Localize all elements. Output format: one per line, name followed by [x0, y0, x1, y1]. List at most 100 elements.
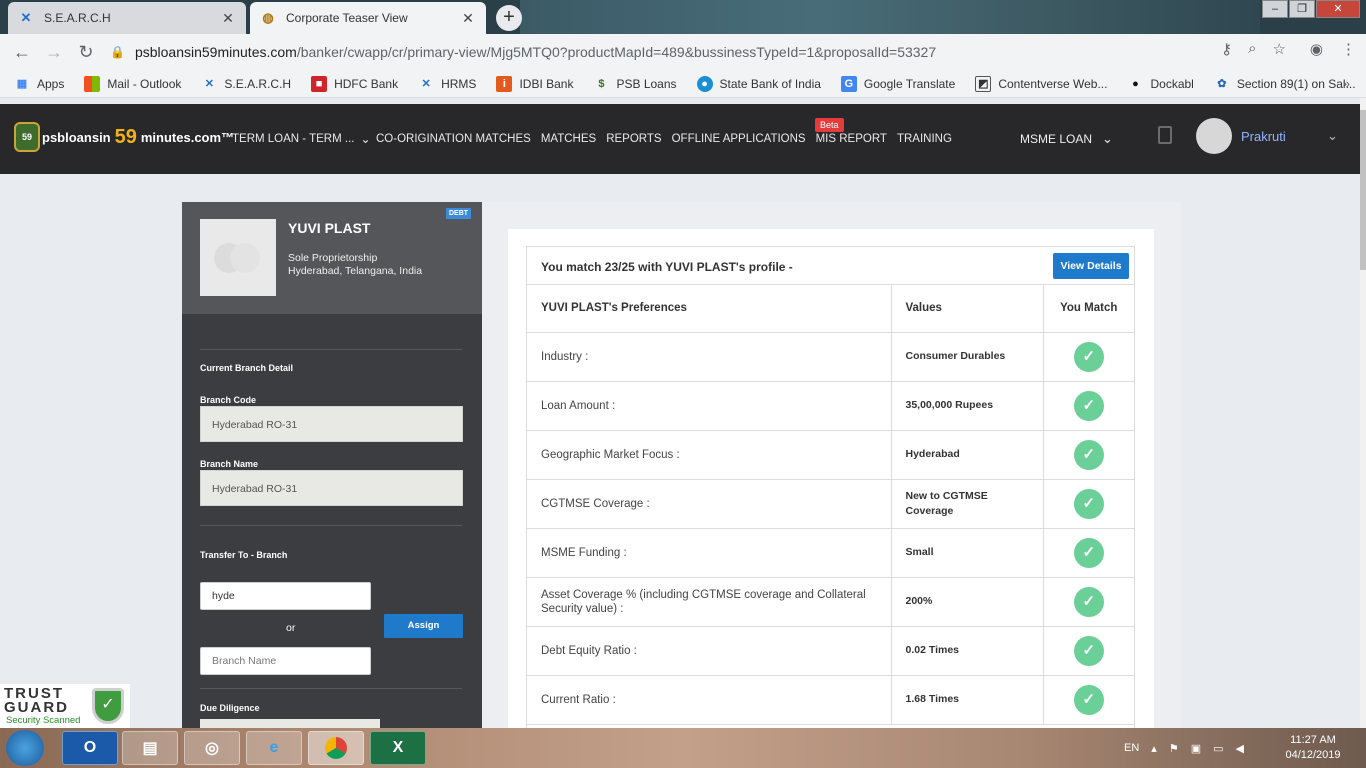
minimize-button[interactable]: –	[1262, 0, 1288, 18]
bookmark-psb-loans[interactable]: $ PSB Loans	[593, 76, 676, 92]
table-header-row: YUVI PLAST's Preferences Values You Matc…	[527, 285, 1134, 333]
maximize-button[interactable]: ❐	[1289, 0, 1315, 18]
close-window-button[interactable]: ✕	[1316, 0, 1360, 18]
ie-taskbar-icon[interactable]: e	[246, 731, 302, 765]
forward-icon[interactable]: →	[38, 42, 70, 63]
bookmark-contentverse[interactable]: ◩ Contentverse Web...	[975, 75, 1107, 92]
trustguard-line2: GUARD	[4, 699, 69, 716]
table-row: Geographic Market Focus : Hyderabad ✓	[527, 430, 1134, 480]
value-cell: New to CGTMSE Coverage	[891, 479, 1044, 529]
zoom-icon[interactable]: ⌕	[1248, 40, 1256, 58]
user-name[interactable]: Prakruti	[1241, 129, 1286, 144]
view-details-button[interactable]: View Details	[1053, 253, 1129, 279]
msme-loan-dropdown[interactable]: MSME LOAN ⌄	[1020, 104, 1113, 174]
clock-time: 11:27 AM	[1290, 734, 1336, 746]
start-button[interactable]	[6, 730, 44, 766]
preference-cell: MSME Funding :	[527, 528, 892, 578]
preference-cell: Debt Equity Ratio :	[527, 626, 892, 676]
check-icon: ✓	[1073, 341, 1104, 372]
bookmark-idbi[interactable]: i IDBI Bank	[496, 75, 573, 92]
bookmark-mail-outlook[interactable]: Mail - Outlook	[84, 75, 182, 92]
tabstrip-background	[520, 0, 1260, 34]
term-loan-dropdown[interactable]: TERM LOAN - TERM ... ⌄	[232, 104, 371, 174]
check-icon: ✓	[1073, 439, 1104, 470]
divider	[200, 349, 462, 350]
preference-cell: Geographic Market Focus :	[527, 430, 892, 480]
tab-search[interactable]: ✕ S.E.A.R.C.H ✕	[8, 2, 246, 34]
bookmark-section-89[interactable]: ✿ Section 89(1) on Sal...	[1214, 76, 1355, 92]
close-tab-icon[interactable]: ✕	[220, 10, 236, 27]
new-tab-button[interactable]: +	[496, 5, 522, 31]
close-tab-icon[interactable]: ✕	[460, 10, 476, 27]
excel-taskbar-icon[interactable]: X	[370, 731, 426, 765]
bookmark-apps[interactable]: ▦ Apps	[14, 76, 65, 92]
trustguard-seal[interactable]: TRUST GUARD Security Scanned ✓	[0, 684, 130, 728]
flag-icon[interactable]: ⚑	[1169, 742, 1179, 755]
value-cell: 1.68 Times	[891, 675, 1044, 725]
browser-toolbar: ← → ↻ 🔒 psbloansin59minutes.com/banker/c…	[0, 34, 1366, 70]
network-icon[interactable]: ▭	[1213, 742, 1223, 755]
profile-icon[interactable]: ◉	[1310, 40, 1323, 58]
logo-number: 59	[114, 125, 137, 148]
company-sidebar: YUVI PLAST Sole Proprietorship Hyderabad…	[182, 202, 482, 732]
nav-reports[interactable]: REPORTS	[606, 133, 661, 145]
language-indicator[interactable]: EN	[1124, 742, 1139, 754]
avatar[interactable]	[1196, 118, 1232, 154]
contentverse-icon: ◩	[975, 75, 992, 92]
back-icon[interactable]: ←	[6, 42, 38, 63]
match-header: You match 23/25 with YUVI PLAST's profil…	[527, 247, 1134, 285]
bookmark-label: PSB Loans	[616, 76, 677, 91]
chrome-taskbar-icon[interactable]	[308, 731, 364, 765]
device-icon[interactable]: ▣	[1191, 742, 1201, 755]
outlook-taskbar-icon[interactable]: O	[62, 731, 118, 765]
transfer-branch-input[interactable]: hyde	[200, 582, 371, 610]
site-logo[interactable]: 59 psbloansin 59 minutes.com™	[14, 122, 234, 152]
nav-training[interactable]: TRAINING	[897, 133, 952, 145]
bookmark-hdfc[interactable]: ■ HDFC Bank	[311, 75, 399, 92]
chevron-down-icon[interactable]: ⌄	[1327, 128, 1338, 144]
match-cell: ✓	[1043, 528, 1134, 578]
nav-mis-report[interactable]: MIS REPORT	[816, 133, 887, 145]
preference-cell: Asset Coverage % (including CGTMSE cover…	[527, 577, 892, 627]
volume-icon[interactable]: ◀	[1236, 742, 1244, 755]
more-bookmarks-icon[interactable]: »	[1343, 76, 1350, 91]
bookmark-label: Mail - Outlook	[107, 76, 182, 91]
check-icon: ✓	[1073, 635, 1104, 666]
trustguard-line3: Security Scanned	[6, 715, 81, 726]
bookmark-label: HDFC Bank	[334, 76, 399, 91]
logo-text: psbloansin	[42, 129, 111, 145]
bookmark-dockabl[interactable]: ● Dockabl	[1127, 76, 1194, 92]
divider	[200, 525, 462, 526]
value-cell: Consumer Durables	[891, 332, 1044, 382]
company-name: YUVI PLAST	[288, 220, 371, 236]
menu-icon[interactable]: ⋮	[1341, 40, 1356, 58]
clock[interactable]: 11:27 AM 04/12/2019	[1280, 733, 1346, 763]
branch-name-input[interactable]: Branch Name	[200, 647, 371, 675]
clipboard-icon[interactable]	[1158, 126, 1172, 144]
tab-corporate-teaser[interactable]: ◍ Corporate Teaser View ✕	[250, 2, 486, 34]
reload-icon[interactable]: ↻	[70, 42, 102, 63]
search-logo-icon: ✕	[20, 10, 32, 25]
page-scrollbar[interactable]	[1360, 98, 1366, 768]
bookmark-sbi[interactable]: ● State Bank of India	[696, 75, 821, 92]
nav-co-origination-matches[interactable]: CO-ORIGINATION MATCHES	[376, 133, 531, 145]
bookmark-search[interactable]: ✕ S.E.A.R.C.H	[201, 76, 291, 92]
bookmark-google-translate[interactable]: G Google Translate	[840, 75, 955, 92]
network-taskbar-icon[interactable]: ◎	[184, 731, 240, 765]
bookmark-hrms[interactable]: ✕ HRMS	[418, 76, 476, 92]
address-bar[interactable]: 🔒 psbloansin59minutes.com/banker/cwapp/c…	[110, 38, 1294, 66]
bookmarks-bar: ▦ Apps Mail - Outlook ✕ S.E.A.R.C.H ■ HDFC …	[0, 70, 1366, 98]
bookmark-label: Apps	[37, 76, 65, 91]
due-diligence-label: Due Diligence	[200, 703, 260, 713]
tray-arrow-icon[interactable]: ▴	[1151, 742, 1157, 755]
toolbar-right: ◉ ⋮	[1310, 40, 1356, 58]
explorer-taskbar-icon[interactable]: ▤	[122, 731, 178, 765]
nav-matches[interactable]: MATCHES	[541, 133, 596, 145]
match-title: You match 23/25 with YUVI PLAST's profil…	[541, 260, 793, 274]
scrollbar-thumb[interactable]	[1360, 110, 1366, 270]
key-icon[interactable]: ⚷	[1221, 40, 1232, 58]
tab-title: Corporate Teaser View	[286, 11, 408, 25]
star-icon[interactable]: ☆	[1273, 40, 1286, 58]
nav-offline-applications[interactable]: OFFLINE APPLICATIONS	[672, 133, 806, 145]
assign-button[interactable]: Assign	[384, 614, 463, 638]
